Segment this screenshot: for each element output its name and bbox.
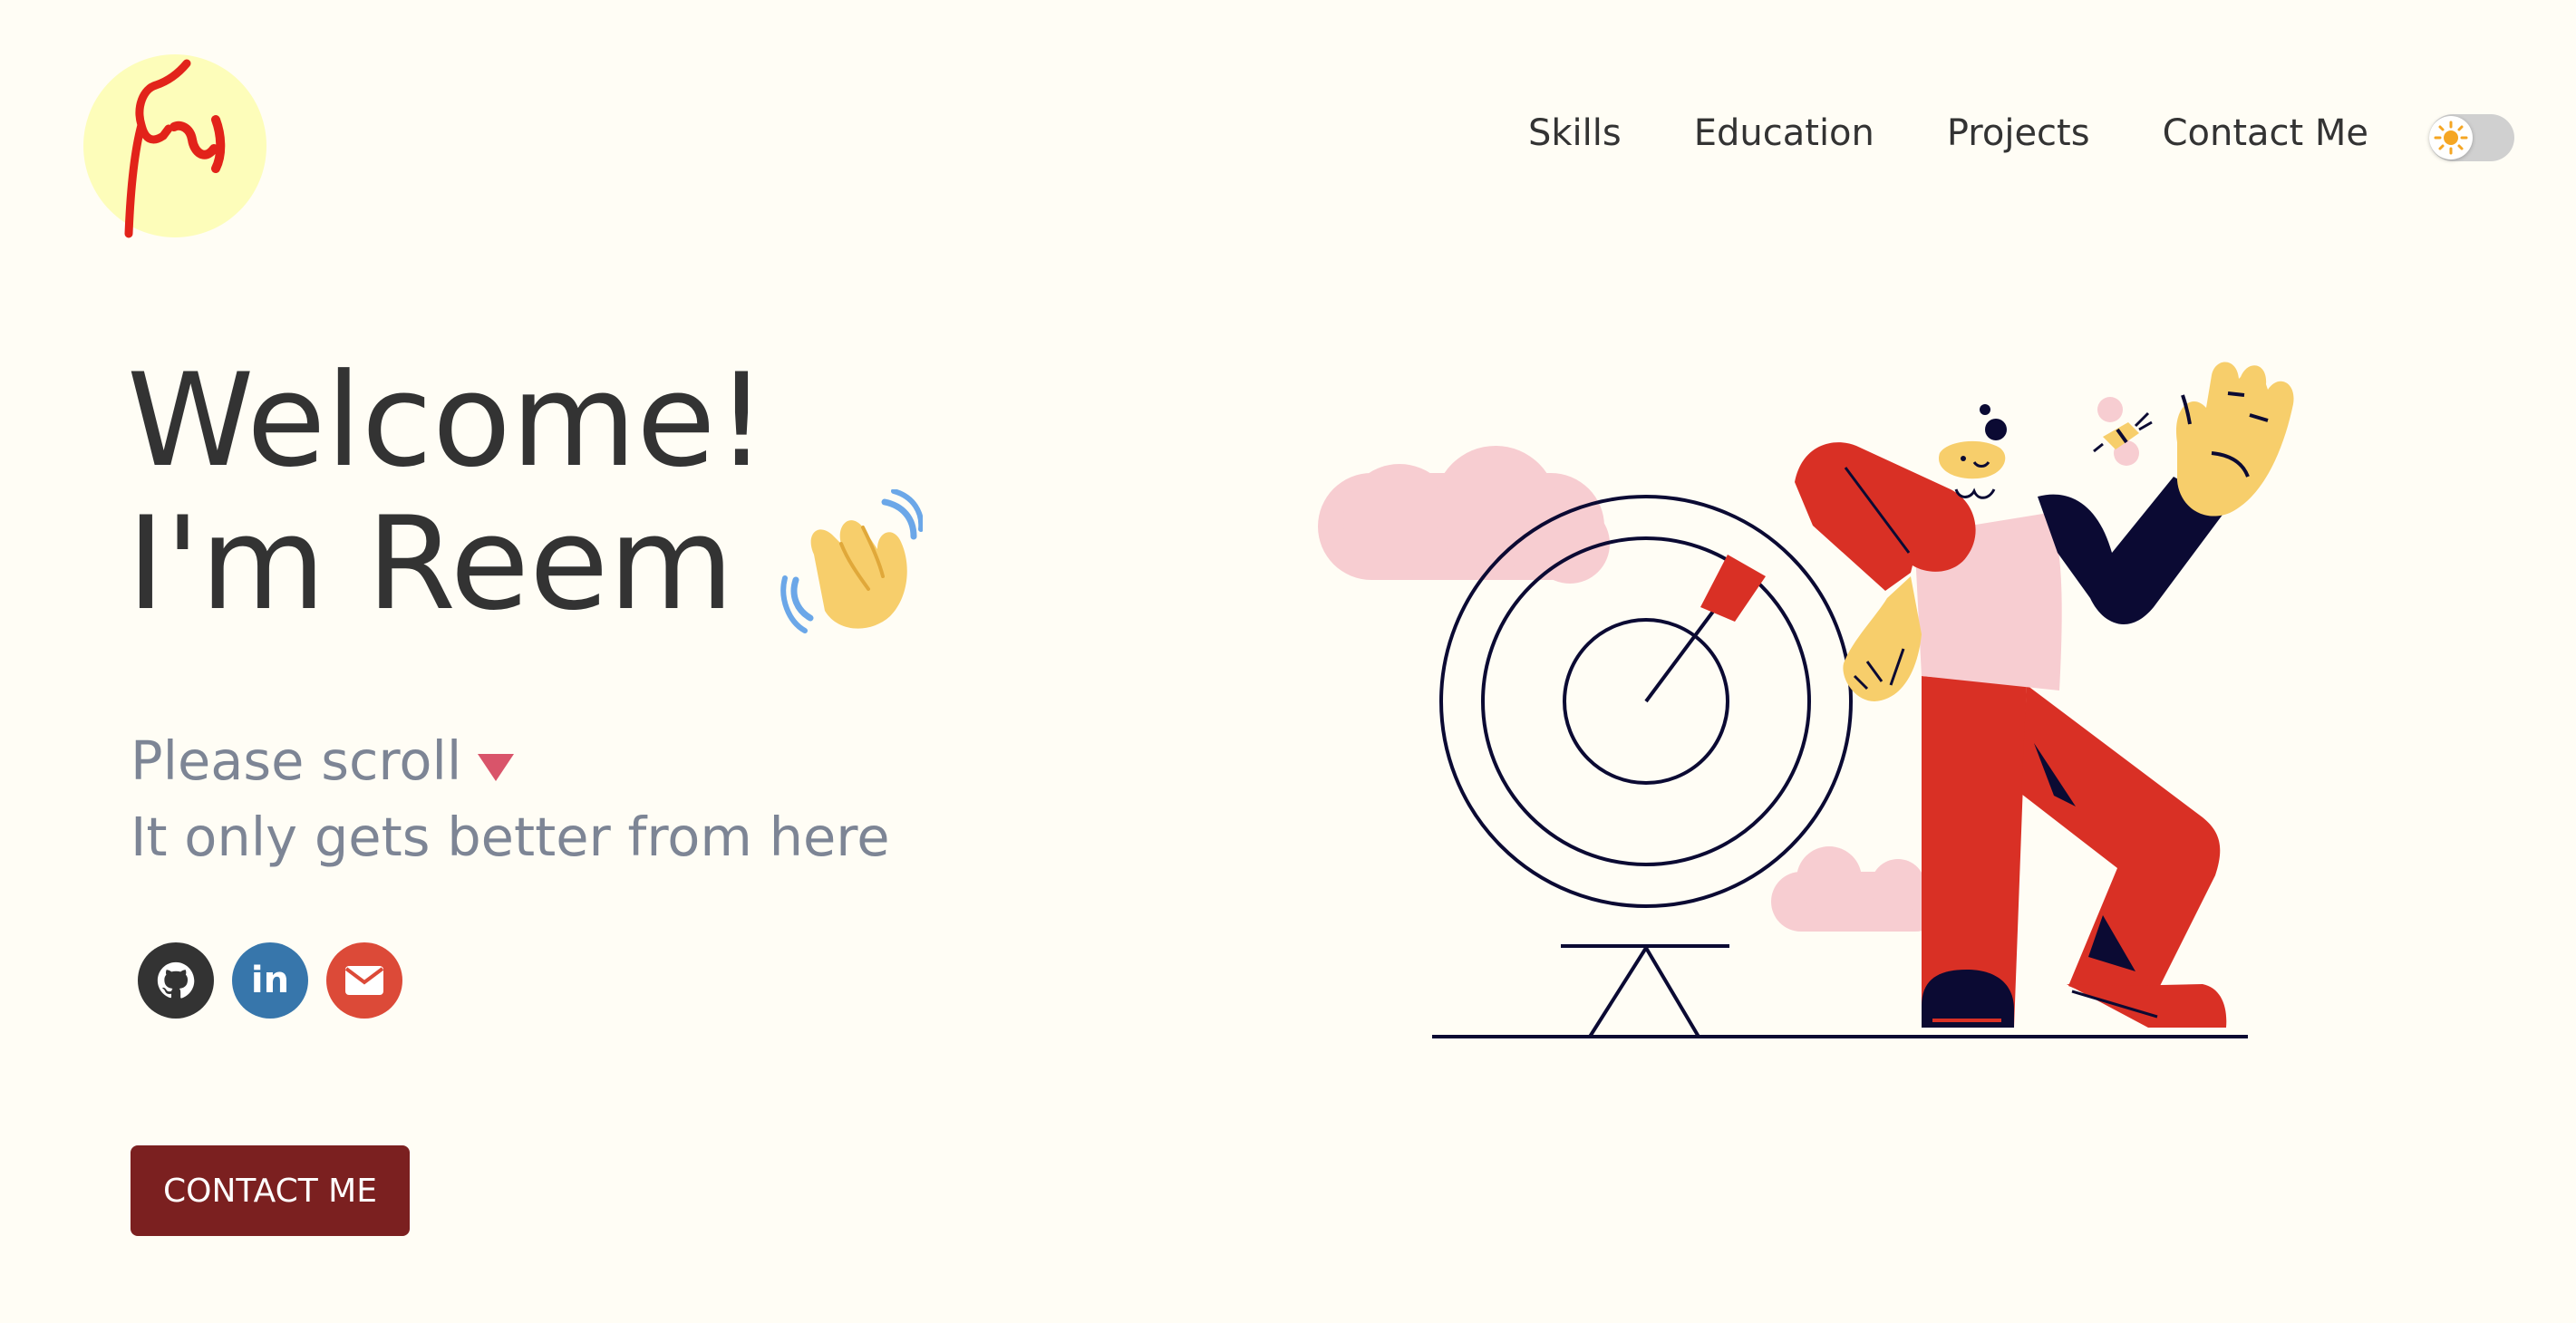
linkedin-label: in	[250, 960, 290, 1001]
dart	[1644, 555, 1766, 703]
theme-toggle[interactable]	[2429, 114, 2514, 161]
cloud-small	[1771, 846, 1945, 932]
contact-me-button[interactable]: CONTACT ME	[131, 1145, 410, 1236]
hero-subtext: Please scroll It only gets better from h…	[131, 725, 890, 874]
headline-line-1: Welcome!	[127, 346, 768, 496]
nav-projects[interactable]: Projects	[1947, 112, 2090, 154]
waving-hand-icon	[778, 488, 925, 634]
social-links: in	[138, 942, 421, 1019]
sub-line-2: It only gets better from here	[131, 805, 890, 868]
hero-illustration	[1305, 335, 2357, 1060]
nav-skills[interactable]: Skills	[1528, 112, 1622, 154]
caret-down-icon	[476, 729, 516, 801]
nav-education[interactable]: Education	[1694, 112, 1874, 154]
linkedin-icon[interactable]: in	[232, 942, 308, 1019]
sub-line-1: Please scroll	[131, 729, 462, 792]
toggle-knob	[2429, 116, 2473, 159]
sun-icon	[2434, 121, 2468, 155]
main-nav: Skills Education Projects Contact Me	[1528, 112, 2368, 154]
bee-icon	[2093, 397, 2153, 466]
github-icon[interactable]	[138, 942, 214, 1019]
hero-headline: Welcome! I'm Reem	[127, 350, 767, 636]
nav-contact-me[interactable]: Contact Me	[2163, 112, 2368, 154]
logo[interactable]: ريم	[80, 53, 266, 239]
headline-line-2: I'm Reem	[127, 489, 734, 639]
email-icon[interactable]	[326, 942, 402, 1019]
